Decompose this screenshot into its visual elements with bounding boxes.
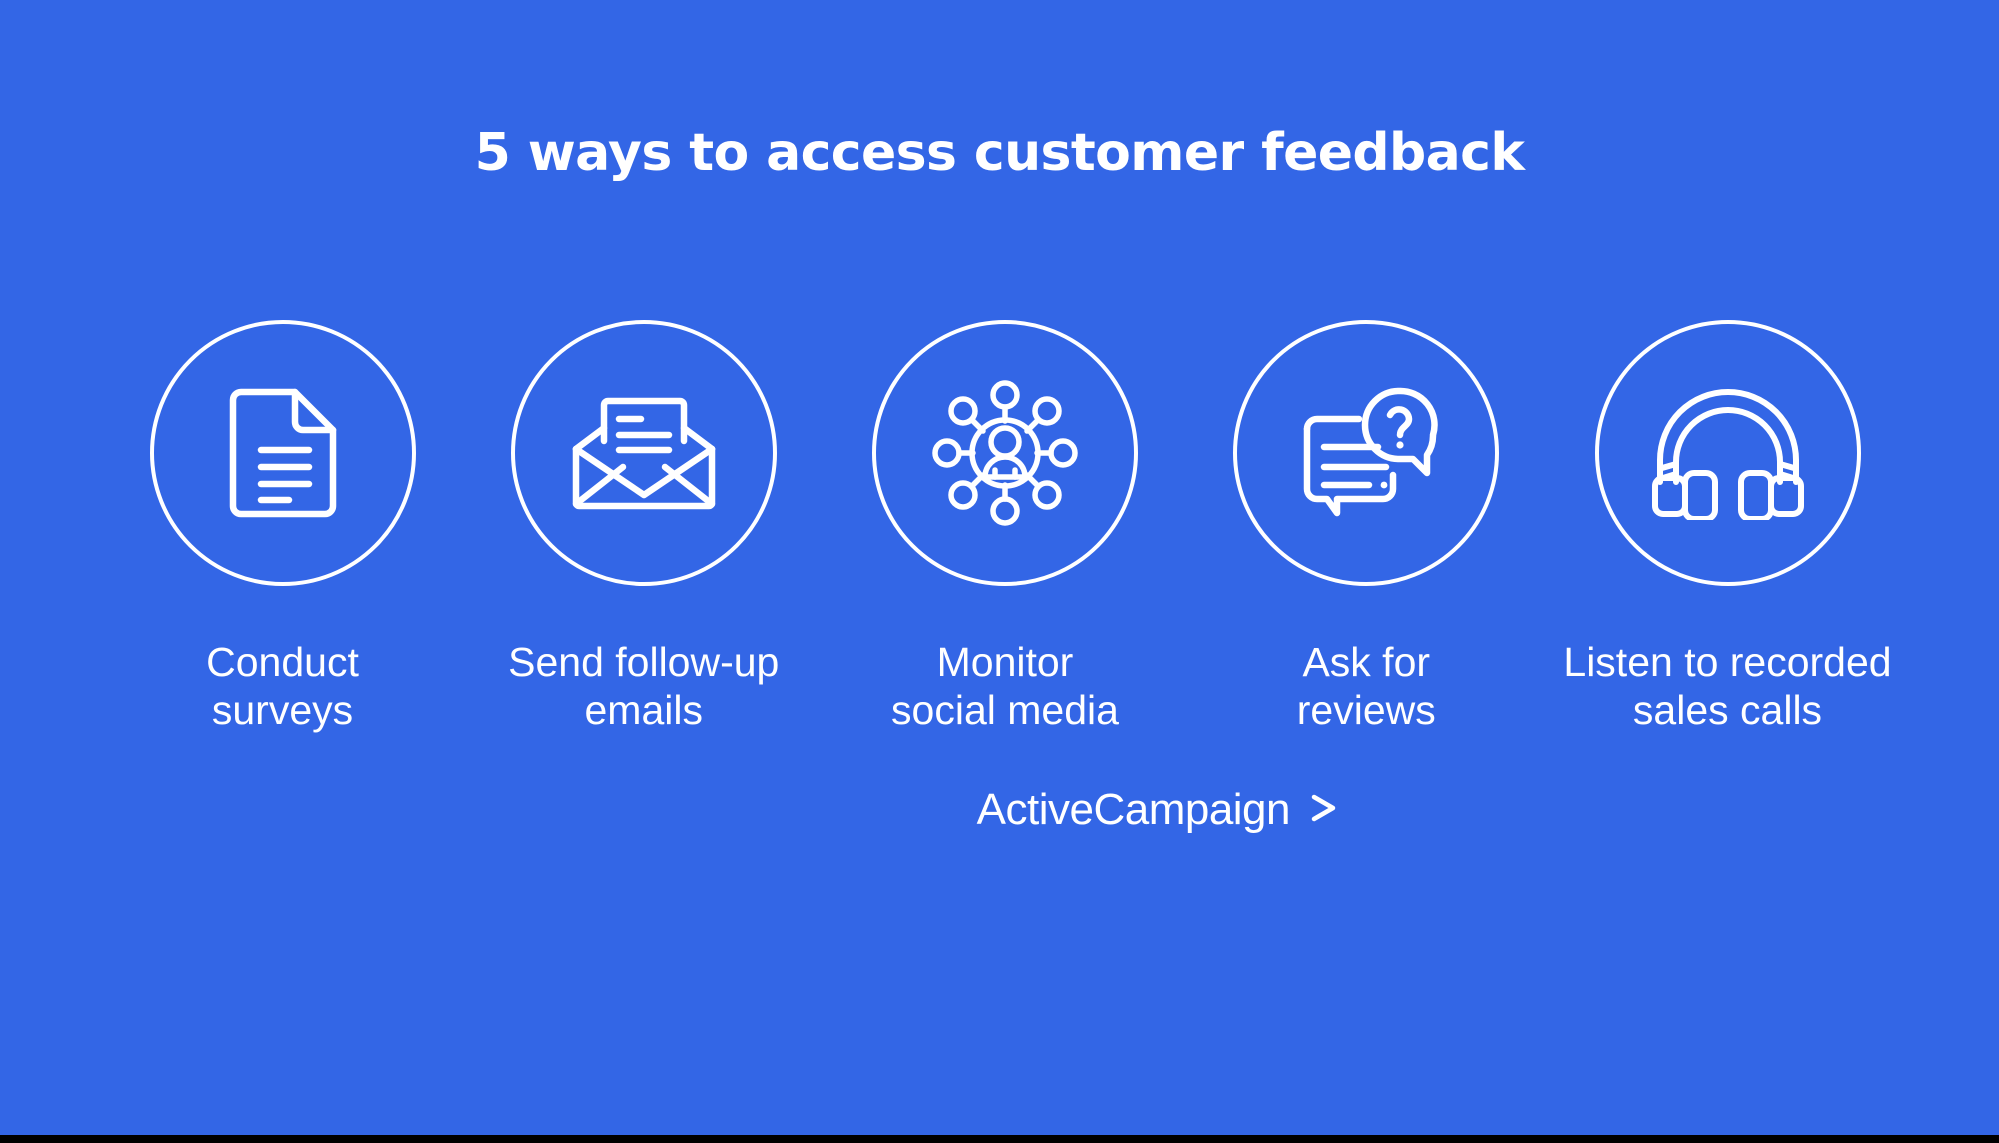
open-envelope-icon [571,391,717,515]
item-listen-to-recorded-sales-calls: Listen to recorded sales calls [1555,320,1900,735]
items-row: Conduct surveys Send follow-up emails Mo… [110,320,1900,735]
chat-bubbles-question-icon [1291,383,1441,523]
item-label: Listen to recorded sales calls [1563,639,1892,734]
item-monitor-social-media: Monitor social media [833,320,1178,735]
headphones-icon [1649,386,1807,520]
item-label: Send follow-up emails [508,639,780,734]
icon-circle [149,320,416,586]
item-ask-for-reviews: Ask for reviews [1194,320,1539,735]
item-send-follow-up-emails: Send follow-up emails [471,320,816,735]
item-label: Monitor social media [891,639,1119,734]
logo-wordmark: ActiveCampaign [976,785,1291,834]
item-label: Conduct surveys [206,639,359,734]
icon-circle [872,320,1138,586]
infographic-slide: 5 ways to access customer feedback Condu… [0,0,1999,1135]
item-conduct-surveys: Conduct surveys [110,320,455,735]
social-network-person-icon [929,377,1081,529]
item-label: Ask for reviews [1296,639,1436,734]
bottom-black-strip [0,1135,1999,1143]
activecampaign-logo: ActiveCampaign [977,785,1344,835]
icon-circle [510,320,777,586]
page-title: 5 ways to access customer feedback [474,123,1525,183]
icon-circle [1233,320,1500,586]
document-icon [223,388,343,518]
icon-circle [1594,320,1861,586]
chevron-right-icon [1304,788,1344,833]
